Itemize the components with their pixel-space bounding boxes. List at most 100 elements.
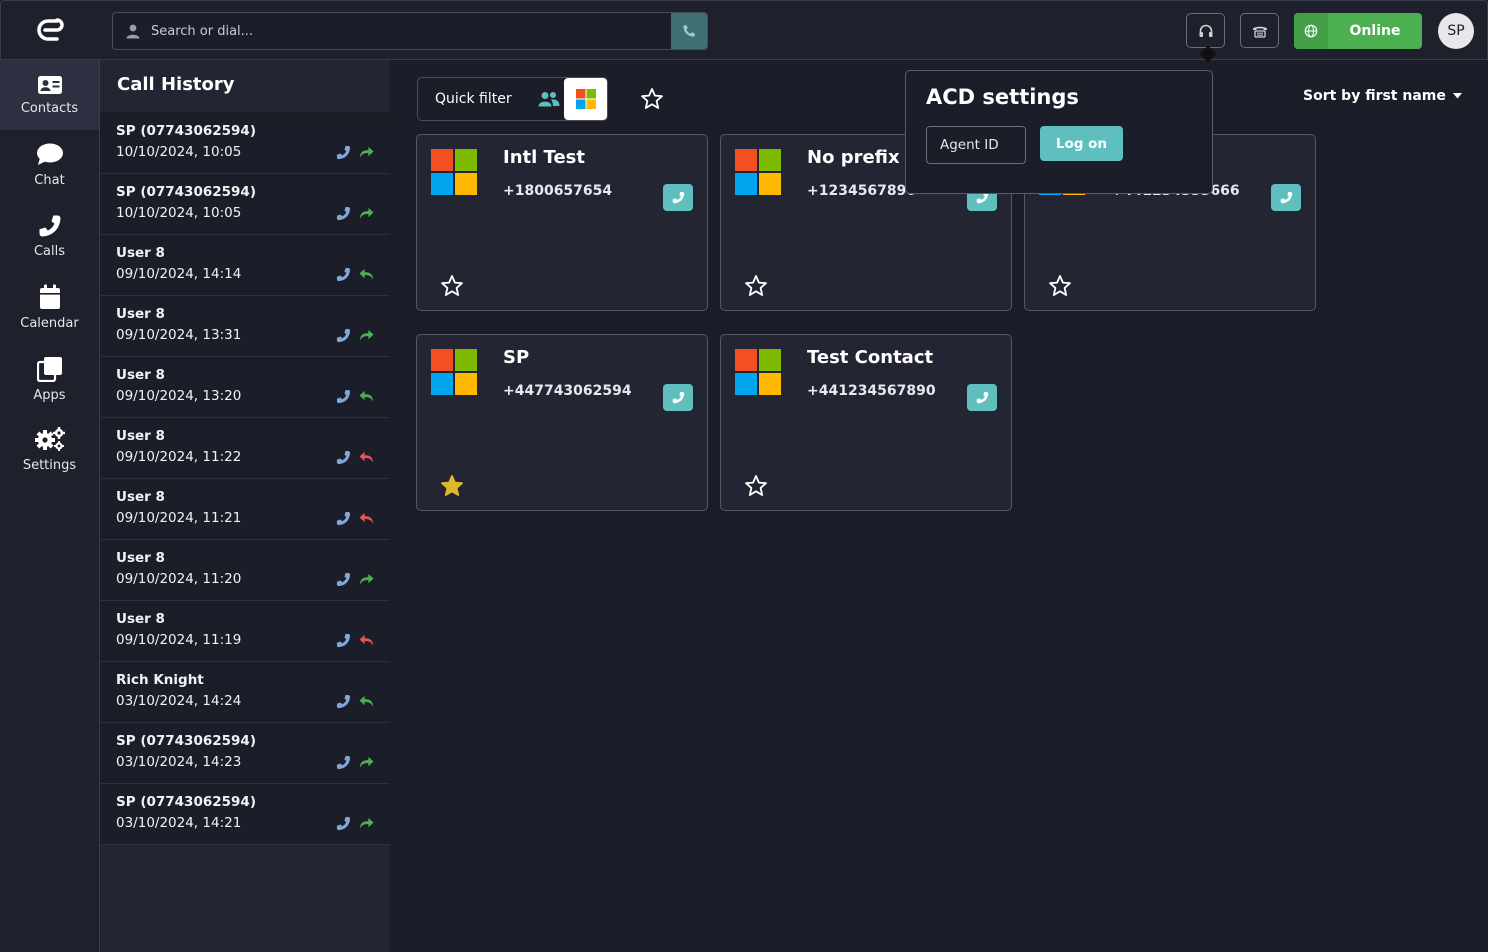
call-history-panel: Call History SP (07743062594) 10/10/2024… <box>100 60 390 952</box>
reply-arrow-icon <box>359 451 374 463</box>
call-history-list: SP (07743062594) 10/10/2024, 10:05 SP (0… <box>100 113 390 845</box>
call-icons <box>336 633 374 648</box>
phone-icon <box>976 391 988 404</box>
call-history-row[interactable]: SP (07743062594) 03/10/2024, 14:21 <box>100 784 390 845</box>
outgoing-arrow-icon <box>359 756 374 768</box>
phone-icon <box>336 816 351 831</box>
call-contact-button[interactable] <box>663 384 693 411</box>
phone-icon <box>336 511 351 526</box>
people-icon[interactable] <box>538 91 560 107</box>
nav-item-apps[interactable]: Apps <box>0 356 99 403</box>
log-on-button[interactable]: Log on <box>1040 126 1123 161</box>
caller-name: User 8 <box>116 306 165 322</box>
caller-name: User 8 <box>116 489 165 505</box>
call-icons <box>336 572 374 587</box>
call-icons <box>336 389 374 404</box>
search-input[interactable] <box>151 23 671 39</box>
status-button[interactable]: Online <box>1294 13 1422 49</box>
acd-settings-popover: ACD settings Log on <box>905 70 1213 194</box>
phone-icon <box>672 191 684 204</box>
favorite-star-icon[interactable] <box>440 274 464 298</box>
favorites-filter-star-icon[interactable] <box>640 87 664 111</box>
outgoing-arrow-icon <box>359 207 374 219</box>
contact-card[interactable]: SP +447743062594 <box>416 334 708 511</box>
contact-card[interactable]: Test Contact +441234567890 <box>720 334 1012 511</box>
caller-name: User 8 <box>116 367 165 383</box>
call-history-row[interactable]: SP (07743062594) 10/10/2024, 10:05 <box>100 113 390 174</box>
call-icons <box>336 511 374 526</box>
microsoft-filter-button[interactable] <box>564 78 607 120</box>
call-history-row[interactable]: User 8 09/10/2024, 11:22 <box>100 418 390 479</box>
reply-arrow-icon <box>359 634 374 646</box>
phone-icon <box>1280 191 1292 204</box>
sort-dropdown[interactable]: Sort by first name <box>1303 88 1462 104</box>
phone-icon <box>336 633 351 648</box>
phone-icon <box>336 572 351 587</box>
headset-icon <box>1199 24 1212 37</box>
quick-filter[interactable]: Quick filter <box>417 77 608 121</box>
favorite-star-icon[interactable] <box>1048 274 1072 298</box>
caller-name: User 8 <box>116 245 165 261</box>
caret-down-icon <box>1452 93 1462 99</box>
call-icons <box>336 328 374 343</box>
user-icon <box>126 24 140 39</box>
status-label: Online <box>1349 23 1401 39</box>
outgoing-arrow-icon <box>359 146 374 158</box>
headset-button[interactable] <box>1186 13 1225 48</box>
call-contact-button[interactable] <box>967 384 997 411</box>
caller-name: SP (07743062594) <box>116 733 256 749</box>
phone-icon <box>336 145 351 160</box>
caller-name: User 8 <box>116 550 165 566</box>
call-history-row[interactable]: User 8 09/10/2024, 14:14 <box>100 235 390 296</box>
call-icons <box>336 267 374 282</box>
reply-arrow-icon <box>359 268 374 280</box>
avatar[interactable]: SP <box>1438 13 1474 49</box>
call-history-row[interactable]: SP (07743062594) 10/10/2024, 10:05 <box>100 174 390 235</box>
nav-item-chat[interactable]: Chat <box>0 143 99 188</box>
outgoing-arrow-icon <box>359 817 374 829</box>
contact-name: Intl Test <box>503 147 585 168</box>
desk-phone-button[interactable] <box>1240 13 1279 48</box>
phone-icon <box>336 450 351 465</box>
nav-item-calendar[interactable]: Calendar <box>0 284 99 331</box>
call-history-row[interactable]: User 8 09/10/2024, 11:21 <box>100 479 390 540</box>
contact-card[interactable]: Intl Test +1800657654 <box>416 134 708 311</box>
nav-item-calls[interactable]: Calls <box>0 214 99 259</box>
app-logo-icon <box>37 18 64 41</box>
agent-id-input[interactable] <box>926 126 1026 164</box>
contact-number: +1234567890 <box>807 183 917 199</box>
call-history-title: Call History <box>100 60 390 113</box>
microsoft-icon <box>735 149 781 195</box>
phone-icon <box>336 267 351 282</box>
call-history-row[interactable]: User 8 09/10/2024, 13:20 <box>100 357 390 418</box>
caller-name: User 8 <box>116 611 165 627</box>
call-history-row[interactable]: User 8 09/10/2024, 11:20 <box>100 540 390 601</box>
acd-settings-title: ACD settings <box>926 85 1079 109</box>
dial-button[interactable] <box>671 13 707 49</box>
call-history-row[interactable]: User 8 09/10/2024, 11:19 <box>100 601 390 662</box>
call-contact-button[interactable] <box>1271 184 1301 211</box>
call-contact-button[interactable] <box>663 184 693 211</box>
favorite-star-icon[interactable] <box>744 474 768 498</box>
nav-item-settings[interactable]: Settings <box>0 426 99 473</box>
search-bar <box>112 12 708 50</box>
reply-arrow-icon <box>359 695 374 707</box>
caller-name: SP (07743062594) <box>116 184 256 200</box>
contact-name: No prefix <box>807 147 900 168</box>
nav-item-contacts[interactable]: Contacts <box>0 60 99 130</box>
phone-icon <box>336 389 351 404</box>
favorite-star-icon[interactable] <box>744 274 768 298</box>
calendar-icon <box>39 284 60 309</box>
microsoft-icon <box>431 149 477 195</box>
phone-icon <box>336 755 351 770</box>
call-history-row[interactable]: Rich Knight 03/10/2024, 14:24 <box>100 662 390 723</box>
favorite-star-icon[interactable] <box>440 474 464 498</box>
call-icons <box>336 145 374 160</box>
call-history-row[interactable]: User 8 09/10/2024, 13:31 <box>100 296 390 357</box>
caller-name: User 8 <box>116 428 165 444</box>
desk-phone-icon <box>1252 26 1267 38</box>
call-icons <box>336 450 374 465</box>
contact-name: Test Contact <box>807 347 934 368</box>
call-history-row[interactable]: SP (07743062594) 03/10/2024, 14:23 <box>100 723 390 784</box>
microsoft-icon <box>431 349 477 395</box>
